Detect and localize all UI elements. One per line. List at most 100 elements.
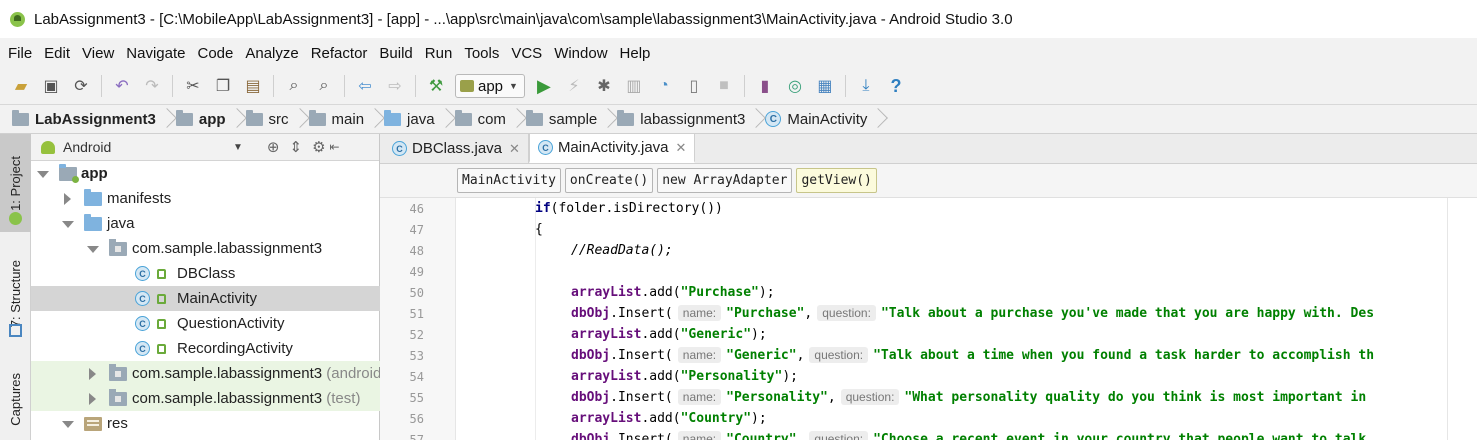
menu-navigate[interactable]: Navigate xyxy=(120,45,191,62)
tree-item-recordingactivity[interactable]: C RecordingActivity xyxy=(31,336,380,361)
menu-code[interactable]: Code xyxy=(191,45,239,62)
parameter-hint: question: xyxy=(817,305,876,321)
code-crumb-current[interactable]: getView() xyxy=(796,168,877,193)
breadcrumb-java[interactable]: java xyxy=(384,105,455,133)
parameter-hint: name: xyxy=(677,389,722,405)
tree-item-label: app xyxy=(81,165,108,182)
menu-refactor[interactable]: Refactor xyxy=(305,45,374,62)
code-area[interactable]: 46 if(folder.isDirectory()) 47 { 48 //Re… xyxy=(380,198,1477,440)
tree-item-res[interactable]: res xyxy=(31,411,380,436)
stop-icon[interactable]: ■ xyxy=(711,73,737,99)
back-icon[interactable]: ⇦ xyxy=(352,73,378,99)
find-icon[interactable]: ⌕ xyxy=(281,73,307,99)
project-structure-icon[interactable]: ▦ xyxy=(812,73,838,99)
tree-item-mainactivity[interactable]: C MainActivity xyxy=(31,286,380,311)
apply-changes-icon[interactable]: ⚡ xyxy=(561,73,587,99)
help-icon[interactable]: ? xyxy=(883,73,909,99)
gear-icon[interactable]: ⚙ xyxy=(312,138,325,156)
close-icon[interactable]: ✕ xyxy=(509,141,520,157)
class-icon: C xyxy=(135,316,150,331)
forward-icon[interactable]: ⇨ xyxy=(382,73,408,99)
package-icon xyxy=(109,239,127,256)
tree-item-dbclass[interactable]: C DBClass xyxy=(31,261,380,286)
collapse-arrow-icon[interactable] xyxy=(86,393,98,405)
captures-tool-tab[interactable]: Captures xyxy=(0,358,31,440)
redo-icon[interactable]: ↷ xyxy=(139,73,165,99)
expand-arrow-icon[interactable] xyxy=(86,243,99,255)
attach-debugger-icon[interactable]: ◔ xyxy=(651,73,677,99)
sync-gradle-icon[interactable]: ◎ xyxy=(782,73,808,99)
menu-vcs[interactable]: VCS xyxy=(505,45,548,62)
expand-arrow-icon[interactable] xyxy=(36,168,49,180)
line-content: dbObj.Insert(name: "Generic", question: "Ta… xyxy=(571,347,1375,363)
hide-panel-icon[interactable]: ⇤ xyxy=(330,140,340,154)
line-content: if(folder.isDirectory()) xyxy=(535,201,723,216)
scroll-from-source-icon[interactable]: ⊕ xyxy=(267,138,280,156)
menu-tools[interactable]: Tools xyxy=(458,45,505,62)
paste-icon[interactable]: ▤ xyxy=(240,73,266,99)
code-crumb-method[interactable]: onCreate() xyxy=(564,168,654,193)
breadcrumb-main[interactable]: main xyxy=(308,105,385,133)
tree-item-package-main[interactable]: com.sample.labassignment3 xyxy=(31,236,380,261)
menu-view[interactable]: View xyxy=(76,45,120,62)
breadcrumb-label: LabAssignment3 xyxy=(35,110,156,128)
toolbar-divider xyxy=(101,75,102,97)
menu-window[interactable]: Window xyxy=(548,45,613,62)
cut-icon[interactable]: ✂ xyxy=(180,73,206,99)
replace-icon[interactable]: ⌕ xyxy=(311,73,337,99)
tree-item-package-androidtest[interactable]: com.sample.labassignment3 (androidTest) xyxy=(31,361,414,386)
breadcrumb-separator xyxy=(603,105,613,133)
collapse-all-icon[interactable]: ⇕ xyxy=(289,138,302,156)
menu-analyze[interactable]: Analyze xyxy=(239,45,304,62)
expand-arrow-icon[interactable] xyxy=(61,418,74,430)
tree-item-package-test[interactable]: com.sample.labassignment3 (test) xyxy=(31,386,380,411)
breadcrumb-separator xyxy=(751,105,761,133)
expand-arrow-icon[interactable] xyxy=(61,218,74,230)
breadcrumb-module[interactable]: app xyxy=(175,105,246,133)
breadcrumb-src[interactable]: src xyxy=(245,105,309,133)
close-icon[interactable]: ✕ xyxy=(676,140,687,156)
open-folder-icon[interactable]: ▰ xyxy=(8,73,34,99)
save-all-icon[interactable]: ▣ xyxy=(38,73,64,99)
breadcrumb-project[interactable]: LabAssignment3 xyxy=(12,105,176,133)
debug-icon[interactable]: ✱ xyxy=(591,73,617,99)
tree-item-app[interactable]: app xyxy=(31,161,380,186)
module-folder-icon xyxy=(59,164,79,183)
make-project-icon[interactable]: ⚒ xyxy=(423,73,449,99)
run-configuration-dropdown[interactable]: app ▼ xyxy=(455,74,525,98)
tab-mainactivity[interactable]: C MainActivity.java ✕ xyxy=(528,134,696,163)
android-view-icon xyxy=(41,140,55,154)
copy-icon[interactable]: ❐ xyxy=(210,73,236,99)
tree-item-manifests[interactable]: manifests xyxy=(31,186,380,211)
chevron-down-icon[interactable]: ▼ xyxy=(233,142,243,153)
menu-bar: File Edit View Navigate Code Analyze Ref… xyxy=(0,38,1477,68)
sync-icon[interactable]: ⟳ xyxy=(68,73,94,99)
code-line: 46 if(folder.isDirectory()) xyxy=(380,198,1477,219)
project-panel: Android ▼ ⊕ ⇕ ⚙ ⇤ app manifests java com… xyxy=(31,134,414,440)
tab-dbclass[interactable]: C DBClass.java ✕ xyxy=(384,134,529,163)
breadcrumb-mainactivity[interactable]: C MainActivity xyxy=(765,105,887,133)
breadcrumb-com[interactable]: com xyxy=(454,105,526,133)
breadcrumb-label: sample xyxy=(548,110,598,128)
menu-build[interactable]: Build xyxy=(373,45,418,62)
breadcrumb-sample[interactable]: sample xyxy=(525,105,617,133)
tree-item-questionactivity[interactable]: C QuestionActivity xyxy=(31,311,380,336)
menu-edit[interactable]: Edit xyxy=(38,45,76,62)
profile-icon[interactable]: ▥ xyxy=(621,73,647,99)
code-crumb-class[interactable]: MainActivity xyxy=(457,168,561,193)
coverage-icon[interactable]: ▯ xyxy=(681,73,707,99)
code-crumb-anonymous[interactable]: new ArrayAdapter xyxy=(657,168,793,193)
menu-help[interactable]: Help xyxy=(614,45,657,62)
menu-file[interactable]: File xyxy=(2,45,38,62)
run-icon[interactable]: ▶ xyxy=(531,73,557,99)
collapse-arrow-icon[interactable] xyxy=(86,368,98,380)
avd-manager-icon[interactable]: ▮ xyxy=(752,73,778,99)
project-view-selector[interactable]: Android xyxy=(63,139,233,155)
breadcrumb-labassignment3[interactable]: labassignment3 xyxy=(617,105,765,133)
line-content: //ReadData(); xyxy=(571,243,673,258)
tree-item-java[interactable]: java xyxy=(31,211,380,236)
collapse-arrow-icon[interactable] xyxy=(61,193,73,205)
menu-run[interactable]: Run xyxy=(419,45,459,62)
sdk-manager-icon[interactable]: ⤓ xyxy=(853,73,879,99)
undo-icon[interactable]: ↶ xyxy=(109,73,135,99)
